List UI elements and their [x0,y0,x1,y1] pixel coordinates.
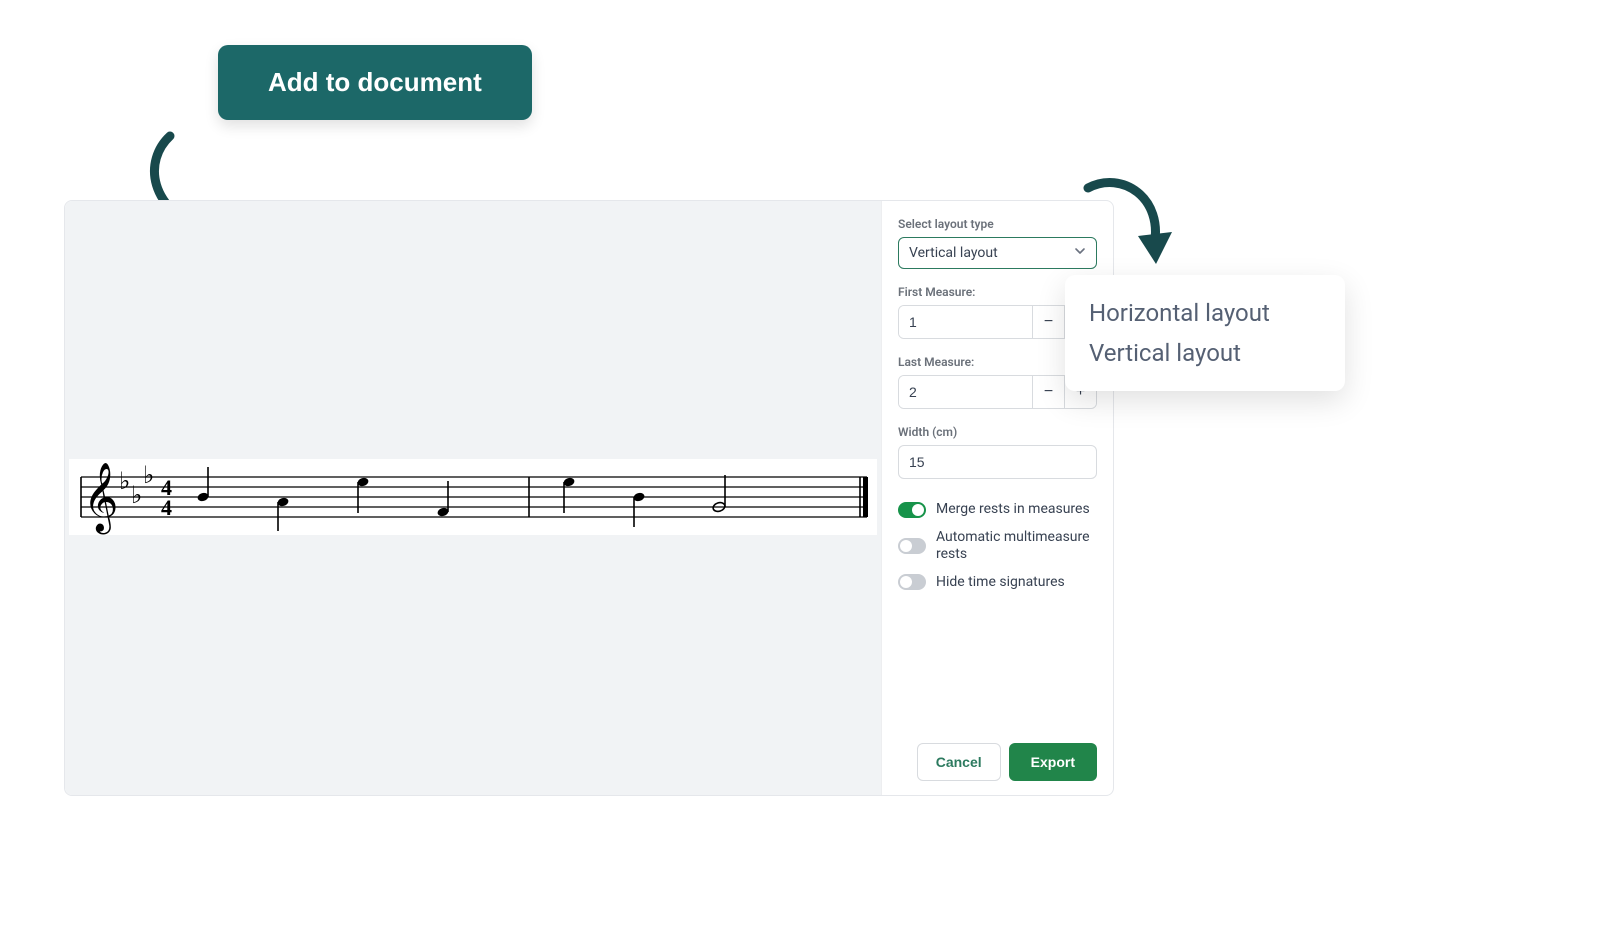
select-layout-type-label: Select layout type [898,217,1097,231]
first-measure-decrement-button[interactable]: − [1032,306,1064,338]
automatic-multimeasure-rests-toggle[interactable] [898,538,926,554]
merge-rests-label: Merge rests in measures [936,501,1090,519]
music-staff: 𝄞 ♭ ♭ ♭ 4 4 [69,459,877,535]
layout-type-dropdown: Horizontal layout Vertical layout [1065,275,1345,391]
hide-time-signatures-label: Hide time signatures [936,574,1065,592]
width-label: Width (cm) [898,425,1097,439]
layout-type-select-value: Vertical layout [909,245,998,261]
score-preview-pane: 𝄞 ♭ ♭ ♭ 4 4 [65,201,881,795]
add-to-document-button[interactable]: Add to document [218,45,532,120]
export-button[interactable]: Export [1009,743,1097,781]
cancel-button[interactable]: Cancel [917,743,1001,781]
export-dialog: 𝄞 ♭ ♭ ♭ 4 4 [64,200,1114,796]
svg-text:4: 4 [161,495,172,520]
last-measure-input[interactable] [899,376,1032,408]
merge-rests-toggle[interactable] [898,502,926,518]
chevron-down-icon [1074,245,1086,261]
first-measure-input[interactable] [899,306,1032,338]
automatic-multimeasure-rests-label: Automatic multimeasure rests [936,529,1097,564]
svg-text:𝄞: 𝄞 [83,463,118,534]
hide-time-signatures-toggle[interactable] [898,574,926,590]
last-measure-decrement-button[interactable]: − [1032,376,1064,408]
layout-option-vertical[interactable]: Vertical layout [1087,333,1323,373]
layout-type-select[interactable]: Vertical layout [898,237,1097,269]
layout-option-horizontal[interactable]: Horizontal layout [1087,293,1323,333]
svg-text:♭: ♭ [119,467,130,495]
svg-text:♭: ♭ [131,481,142,509]
width-input[interactable] [898,445,1097,479]
svg-text:♭: ♭ [143,461,154,489]
